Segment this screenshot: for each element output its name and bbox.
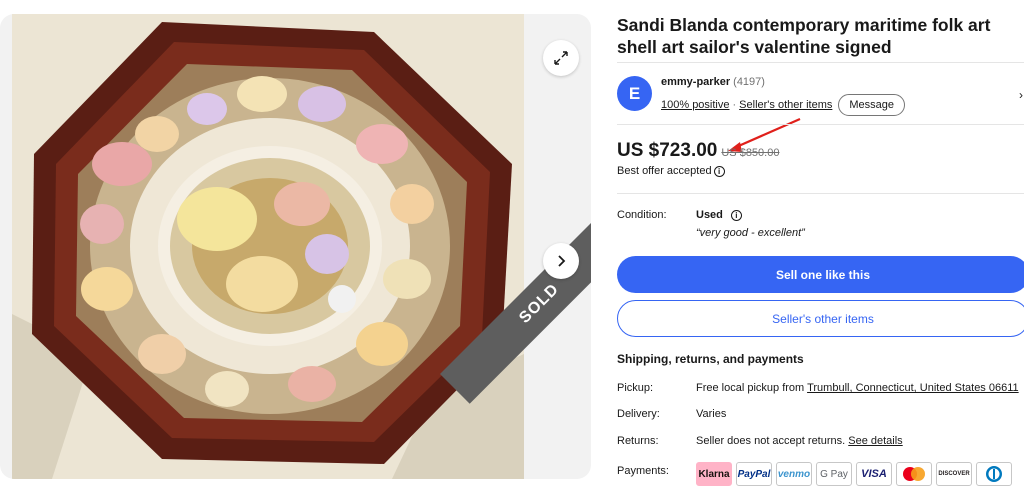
divider (617, 62, 1024, 63)
condition-text: Used (696, 209, 723, 221)
image-gallery: SOLD (0, 14, 591, 479)
discover-icon: DISCOVER (936, 462, 972, 486)
returns-text: Seller does not accept returns. (696, 435, 849, 447)
delivery-value: Varies (696, 408, 727, 420)
returns-value: Seller does not accept returns. See deta… (696, 435, 903, 447)
positive-feedback-link[interactable]: 100% positive (661, 99, 730, 111)
google-pay-icon: G Pay (816, 462, 852, 486)
seller-links: 100% positive · Seller's other items Mes… (661, 94, 906, 116)
condition-value: Used i (696, 209, 742, 221)
sell-one-like-this-button[interactable]: Sell one like this (617, 256, 1024, 293)
current-price: US $723.00 (617, 140, 718, 161)
expand-icon (554, 51, 568, 65)
pickup-label: Pickup: (617, 382, 654, 394)
sailors-valentine-image (12, 14, 524, 479)
seller-name[interactable]: emmy-parker (661, 76, 730, 88)
mastercard-icon (896, 462, 932, 486)
klarna-icon: Klarna (696, 462, 732, 486)
seller-feedback-count: (4197) (733, 76, 765, 88)
info-icon[interactable]: i (713, 165, 725, 177)
diners-club-logo (986, 466, 1002, 482)
info-icon[interactable]: i (730, 209, 742, 221)
sellers-other-items-button[interactable]: Seller's other items (617, 300, 1024, 337)
shipping-heading: Shipping, returns, and payments (617, 352, 804, 366)
payments-label: Payments: (617, 465, 669, 477)
venmo-icon: venmo (776, 462, 812, 486)
delivery-label: Delivery: (617, 408, 660, 420)
visa-icon: VISA (856, 462, 892, 486)
separator: · (732, 99, 737, 111)
listing-title: Sandi Blanda contemporary maritime folk … (617, 15, 991, 57)
divider (617, 124, 1024, 125)
message-button[interactable]: Message (838, 94, 906, 116)
see-details-link[interactable]: See details (848, 435, 902, 447)
mastercard-logo (903, 467, 925, 481)
paypal-icon: PayPal (736, 462, 772, 486)
best-offer-text: Best offer accepted (617, 165, 712, 177)
condition-label: Condition: (617, 209, 667, 221)
product-photo[interactable] (12, 14, 524, 479)
condition-note: “very good - excellent” (696, 227, 805, 239)
pickup-location-link[interactable]: Trumbull, Connecticut, United States 066… (807, 382, 1019, 394)
diners-club-icon (976, 462, 1012, 486)
seller-chevron-icon[interactable]: › (1019, 88, 1023, 102)
price-row: US $723.00 US $850.00 (617, 140, 779, 162)
seller-name-line: emmy-parker (4197) (661, 76, 765, 88)
expand-image-button[interactable] (543, 40, 579, 76)
seller-other-items-link[interactable]: Seller's other items (739, 99, 832, 111)
seller-avatar[interactable]: E (617, 76, 652, 111)
pickup-value: Free local pickup from Trumbull, Connect… (696, 382, 1019, 394)
payment-methods: Klarna PayPal venmo G Pay VISA DISCOVER (696, 462, 1012, 486)
seller-card: E emmy-parker (4197) 100% positive · Sel… (617, 74, 1024, 116)
chevron-right-icon (558, 255, 566, 267)
visa-label: VISA (861, 468, 887, 480)
pickup-prefix: Free local pickup from (696, 382, 808, 394)
original-price: US $850.00 (721, 147, 780, 159)
divider (617, 193, 1024, 194)
best-offer-status: Best offer accepted i (617, 165, 725, 177)
returns-label: Returns: (617, 435, 659, 447)
next-image-button[interactable] (543, 243, 579, 279)
